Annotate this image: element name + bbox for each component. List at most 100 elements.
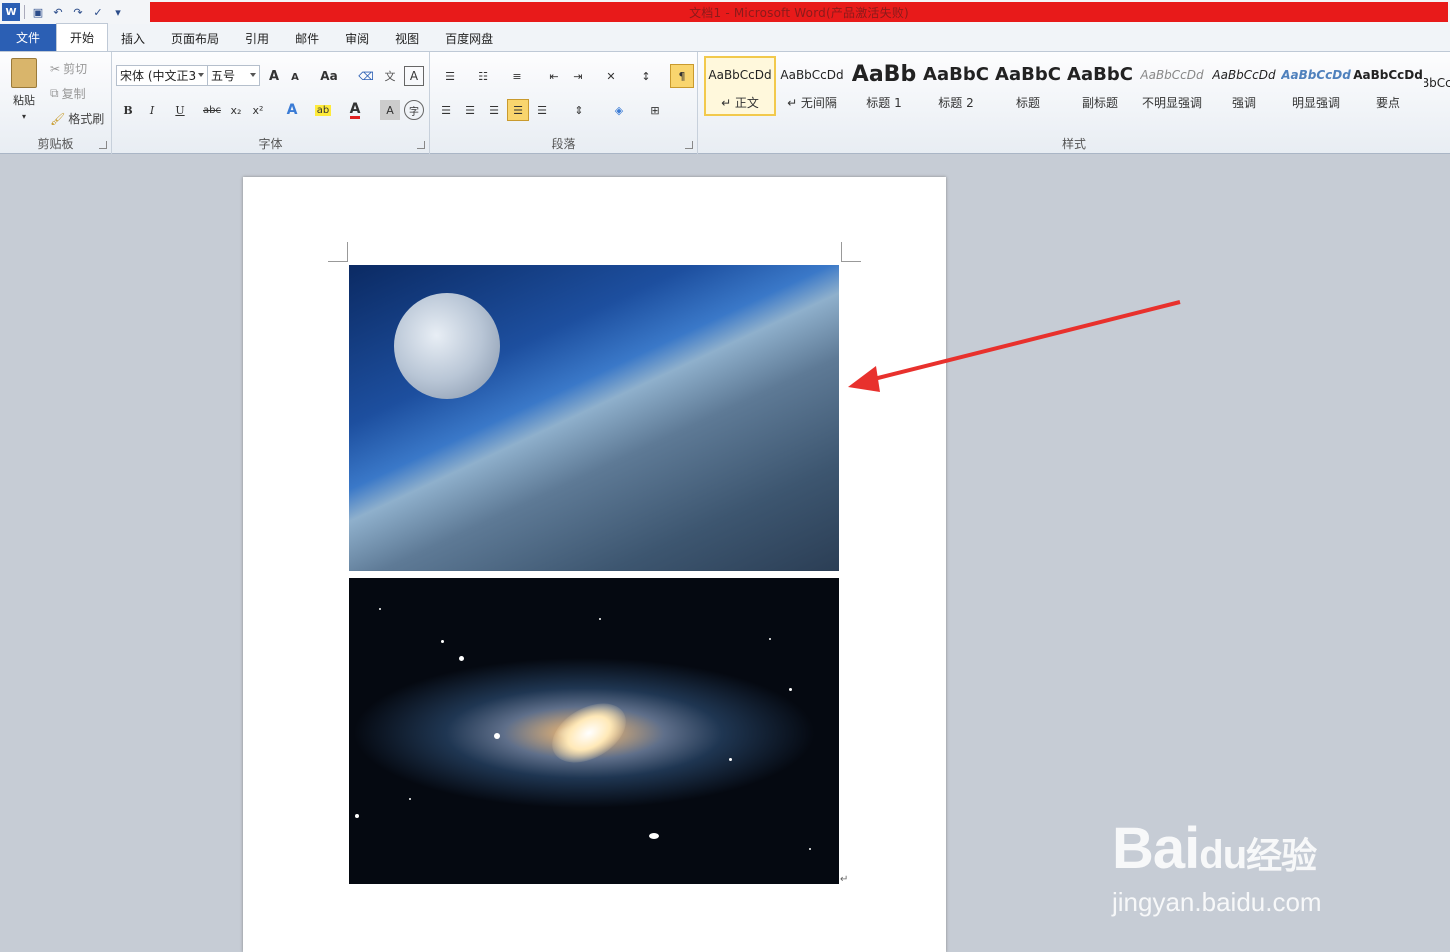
style-name: 明显强调 (1291, 95, 1340, 110)
style-name: ↵ 无间隔 (787, 95, 837, 110)
italic-button[interactable]: I (142, 100, 162, 120)
font-name-combo[interactable]: 宋体 (中文正3 (116, 65, 208, 86)
font-launcher[interactable] (417, 141, 425, 149)
star (409, 798, 411, 800)
increase-indent-icon[interactable]: ⇥ (568, 66, 588, 86)
tab-insert[interactable]: 插入 (108, 25, 158, 51)
tab-baidu-netdisk[interactable]: 百度网盘 (432, 25, 506, 51)
chinese-layout-icon[interactable]: ✕ (596, 66, 626, 86)
copy-button[interactable]: ⧉ 复制 (50, 85, 86, 102)
phonetic-guide-icon[interactable]: 文 (380, 66, 400, 86)
sort-icon[interactable]: ↕ (636, 66, 656, 86)
cut-label: 剪切 (63, 62, 88, 76)
scissors-icon: ✂ (50, 61, 61, 76)
style-emphasis[interactable]: AaBbCcDd 强调 (1208, 56, 1280, 116)
multilevel-list-icon[interactable]: ≡ (502, 66, 532, 86)
style-more[interactable]: AaBbCcDd (1424, 56, 1450, 116)
strikethrough-button[interactable]: abc (200, 100, 224, 120)
subscript-button[interactable]: x₂ (226, 100, 246, 120)
bold-button[interactable]: B (118, 100, 138, 120)
format-painter-button[interactable]: 🖌 格式刷 (50, 110, 104, 127)
format-painter-label: 格式刷 (68, 112, 105, 126)
cut-button[interactable]: ✂ 剪切 (50, 60, 87, 77)
word-app-icon[interactable]: W (2, 3, 20, 21)
decrease-indent-icon[interactable]: ⇤ (544, 66, 564, 86)
style-intense-emphasis[interactable]: AaBbCcDd 明显强调 (1280, 56, 1352, 116)
numbering-icon[interactable]: ☷ (468, 66, 498, 86)
subscript-label: x₂ (230, 103, 242, 117)
text-effects-icon[interactable]: A (280, 100, 304, 120)
customize-qat-icon[interactable]: ▾ (109, 3, 127, 21)
character-border-icon[interactable]: A (404, 66, 424, 86)
enclose-characters-icon[interactable]: 字 (404, 100, 424, 120)
distributed-icon[interactable]: ☰ (532, 100, 552, 120)
style-strong[interactable]: AaBbCcDd 要点 (1352, 56, 1424, 116)
style-sample: AaBbCcDd (780, 67, 844, 82)
grow-font-label: A (268, 68, 280, 84)
watermark-url: jingyan.baidu.com (1112, 887, 1322, 917)
tab-page-layout[interactable]: 页面布局 (158, 25, 232, 51)
font-color-icon[interactable]: A (342, 100, 368, 120)
style-name: 强调 (1231, 95, 1256, 110)
show-marks-icon[interactable]: ¶ (670, 64, 694, 88)
paste-button[interactable]: 粘贴 ▾ (6, 56, 42, 122)
paragraph-launcher[interactable] (685, 141, 693, 149)
style-sample: AaBbCcDd (1140, 67, 1204, 82)
borders-icon[interactable]: ⊞ (640, 100, 670, 120)
style-title[interactable]: AaBbC 标题 (992, 56, 1064, 116)
earth-moon-image[interactable] (349, 265, 839, 571)
star (494, 733, 500, 739)
galaxy-image[interactable] (349, 578, 839, 884)
align-right-icon[interactable]: ☰ (484, 100, 504, 120)
style-subtitle[interactable]: AaBbC 副标题 (1064, 56, 1136, 116)
align-center-icon[interactable]: ☰ (460, 100, 480, 120)
line-spacing-icon[interactable]: ⇕ (564, 100, 594, 120)
shrink-font-button[interactable]: A (286, 68, 304, 86)
clear-format-icon[interactable]: ⌫ (356, 66, 376, 86)
tab-view[interactable]: 视图 (382, 25, 432, 51)
paste-label: 粘贴 (13, 93, 35, 107)
paragraph-group-label: 段落 (551, 137, 576, 151)
style-heading-2[interactable]: AaBbC 标题 2 (920, 56, 992, 116)
chevron-down-icon: ▾ (21, 111, 26, 121)
style-sample: AaBbCcDd (1424, 76, 1450, 90)
paste-icon (11, 57, 37, 88)
tab-review[interactable]: 审阅 (332, 25, 382, 51)
style-no-spacing[interactable]: AaBbCcDd ↵ 无间隔 (776, 56, 848, 116)
undo-icon[interactable]: ↶ (49, 3, 67, 21)
spellcheck-icon[interactable]: ✓ (89, 3, 107, 21)
tab-home[interactable]: 开始 (56, 23, 109, 51)
underline-button[interactable]: U (166, 100, 194, 120)
font-name-value: 宋体 (中文正3 (120, 69, 197, 83)
style-sample: AaBbCcDd (1212, 67, 1276, 82)
tab-mailings[interactable]: 邮件 (282, 25, 332, 51)
style-name: ↵ 正文 (721, 95, 759, 110)
character-shading-icon[interactable]: A (380, 100, 400, 120)
tab-references[interactable]: 引用 (232, 25, 282, 51)
style-heading-1[interactable]: AaBb 标题 1 (848, 56, 920, 116)
window-title: 文档1 - Microsoft Word(产品激活失败) (689, 5, 909, 20)
font-group: 宋体 (中文正3 五号 A A Aa ⌫ 文 A B I U abc x₂ x²… (112, 52, 430, 154)
save-icon[interactable]: ▣ (29, 3, 47, 21)
style-sample: AaBbCcDd (1353, 67, 1423, 82)
grow-font-button[interactable]: A (264, 66, 284, 86)
bullets-icon[interactable]: ☰ (436, 66, 464, 86)
document-page[interactable]: ↵ (243, 177, 946, 952)
justify-icon[interactable]: ☰ (507, 99, 529, 121)
superscript-button[interactable]: x² (248, 100, 268, 120)
style-normal[interactable]: AaBbCcDd ↵ 正文 (704, 56, 776, 116)
shading-icon[interactable]: ◈ (604, 100, 634, 120)
font-size-combo[interactable]: 五号 (207, 65, 260, 86)
tab-file[interactable]: 文件 (0, 24, 56, 51)
redo-icon[interactable]: ↷ (69, 3, 87, 21)
align-left-icon[interactable]: ☰ (436, 100, 456, 120)
style-sample: AaBb (851, 62, 917, 87)
superscript-label: x² (252, 103, 264, 117)
highlight-icon[interactable]: ab (310, 100, 336, 120)
change-case-button[interactable]: Aa (316, 66, 342, 86)
bold-label: B (123, 103, 133, 117)
style-sample: AaBbC (995, 64, 1061, 85)
style-subtle-emphasis[interactable]: AaBbCcDd 不明显强调 (1136, 56, 1208, 116)
clipboard-launcher[interactable] (99, 141, 107, 149)
change-case-label: Aa (320, 69, 338, 83)
